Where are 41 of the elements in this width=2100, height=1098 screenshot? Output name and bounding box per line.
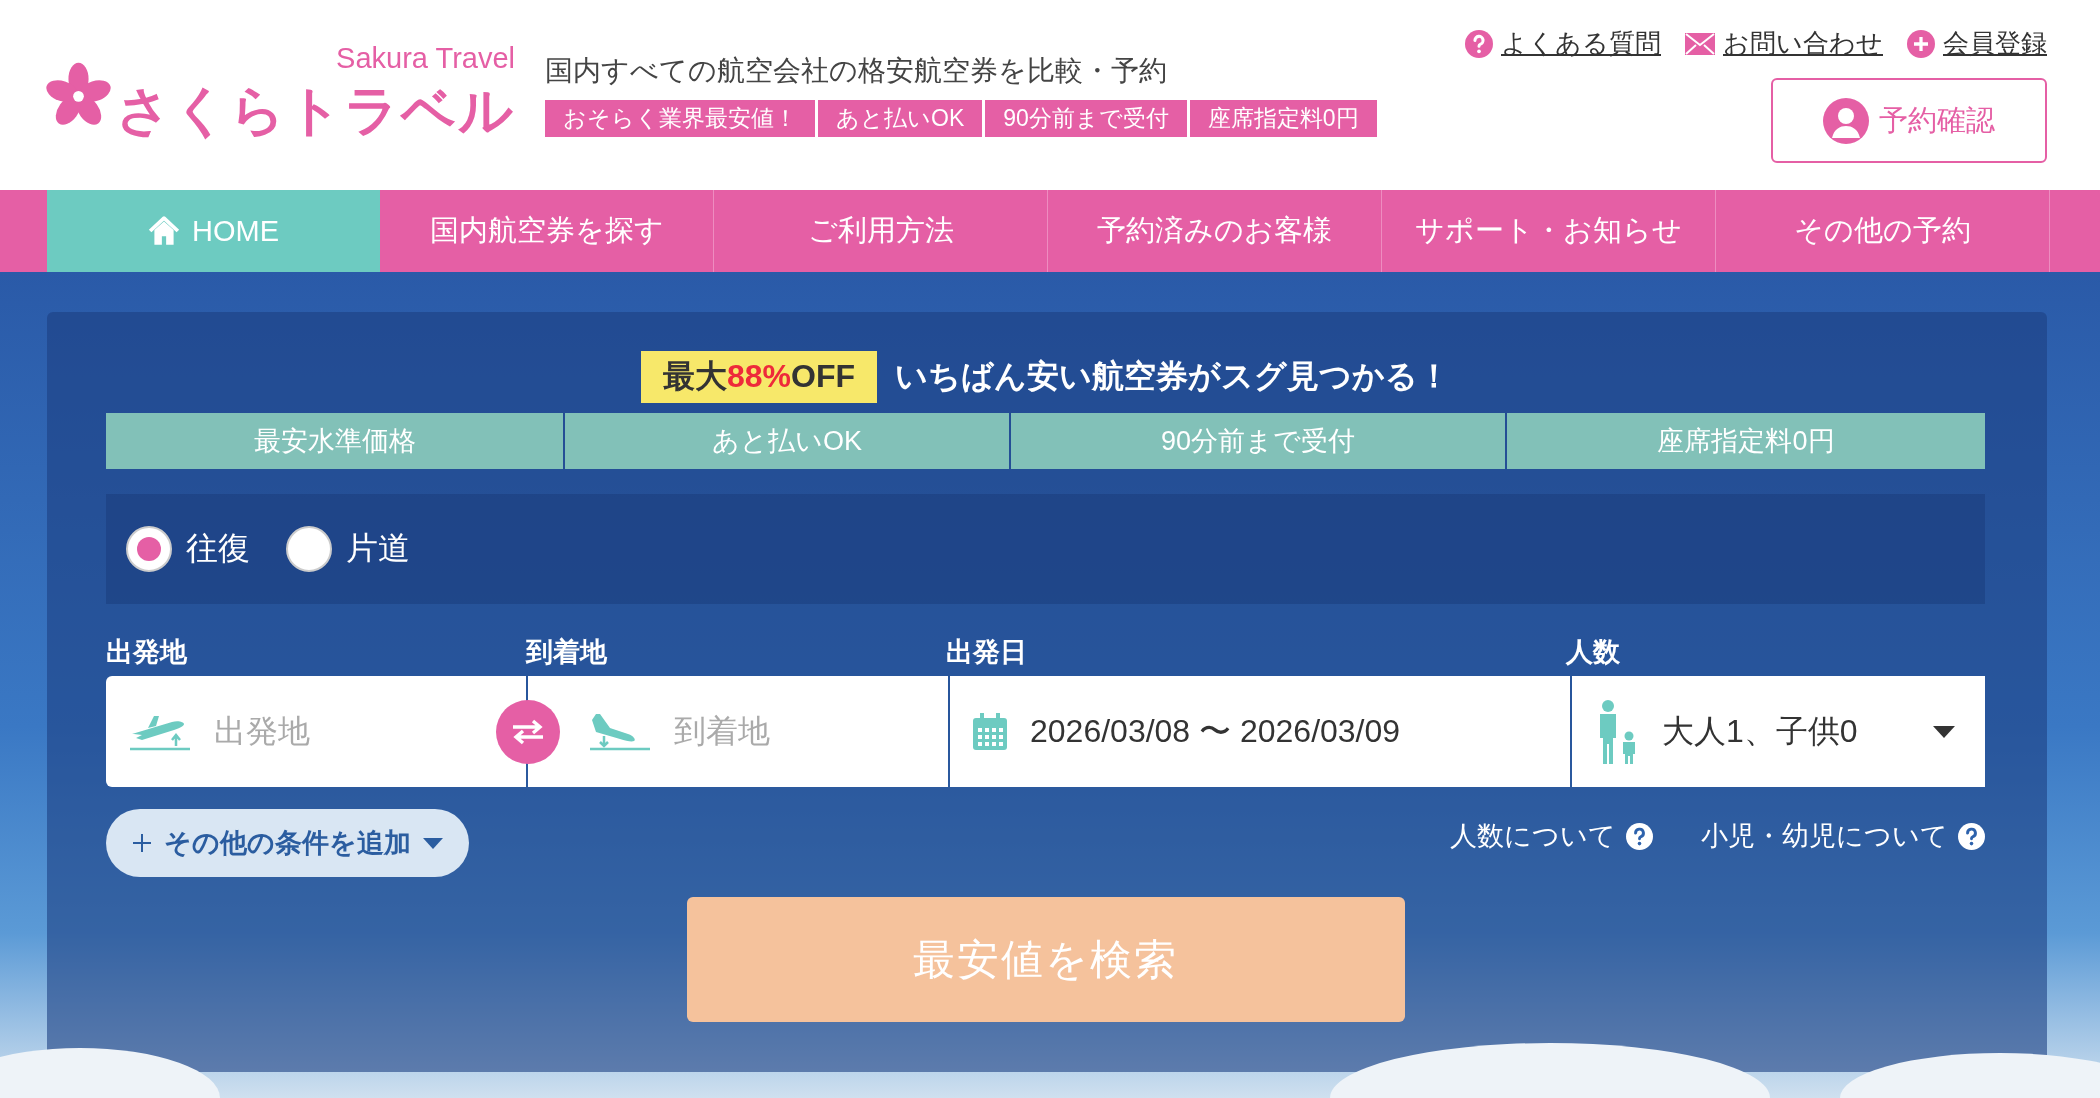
feature-badge: 座席指定料0円 bbox=[1189, 100, 1377, 137]
origin-field[interactable]: 出発地 bbox=[106, 676, 526, 787]
feature-banner: 90分前まで受付 bbox=[1011, 413, 1505, 469]
help-link[interactable]: 人数について bbox=[1450, 818, 1616, 854]
field-label: 出発地 bbox=[106, 637, 187, 667]
home-icon bbox=[148, 216, 180, 246]
landing-plane-icon bbox=[588, 711, 652, 752]
reservation-check-button[interactable]: 予約確認 bbox=[1771, 78, 2047, 163]
field-label: 人数 bbox=[1566, 637, 1620, 667]
nav-tab[interactable]: HOME bbox=[47, 190, 380, 272]
swap-icon bbox=[511, 718, 545, 746]
feature-banner: 座席指定料0円 bbox=[1507, 413, 1985, 469]
add-conditions-button[interactable]: その他の条件を追加 bbox=[106, 809, 469, 877]
logo-tagline: Sakura Travel bbox=[336, 42, 515, 75]
feature-badge: あと払いOK bbox=[818, 100, 983, 137]
feature-banner: あと払いOK bbox=[565, 413, 1009, 469]
discount-badge: 最大88%OFF bbox=[641, 351, 877, 403]
logo-text[interactable]: さくらトラベル bbox=[116, 75, 515, 148]
feature-badge: 90分前まで受付 bbox=[985, 100, 1187, 137]
promo-headline: いちばん安い航空券がスグ見つかる！ bbox=[895, 357, 1450, 396]
help-link[interactable]: 小児・幼児について bbox=[1701, 818, 1948, 854]
help-icon bbox=[1958, 822, 1985, 850]
calendar-icon bbox=[972, 712, 1008, 751]
feature-badge: おそらく業界最安値！ bbox=[545, 100, 815, 137]
passengers-dropdown[interactable]: 大人1、子供0 bbox=[1572, 676, 1985, 787]
trip-type-radio[interactable]: 往復 bbox=[126, 526, 250, 572]
site-tagline: 国内すべての航空会社の格安航空券を比較・予約 bbox=[545, 54, 1168, 88]
destination-field[interactable]: 到着地 bbox=[528, 676, 948, 787]
plus-icon bbox=[132, 833, 152, 853]
date-field[interactable]: 2026/03/08 〜 2026/03/09 bbox=[950, 676, 1570, 787]
caret-icon bbox=[423, 837, 443, 849]
mail-icon bbox=[1685, 32, 1715, 55]
plus-icon bbox=[1907, 29, 1935, 58]
help-icon bbox=[1626, 822, 1653, 850]
field-label: 到着地 bbox=[526, 637, 607, 667]
trip-type-radio[interactable]: 片道 bbox=[286, 526, 410, 572]
user-icon bbox=[1823, 97, 1869, 144]
feature-banner: 最安水準価格 bbox=[106, 413, 563, 469]
caret-icon bbox=[1933, 725, 1955, 738]
help-icon bbox=[1465, 29, 1493, 58]
field-label: 出発日 bbox=[946, 637, 1027, 667]
